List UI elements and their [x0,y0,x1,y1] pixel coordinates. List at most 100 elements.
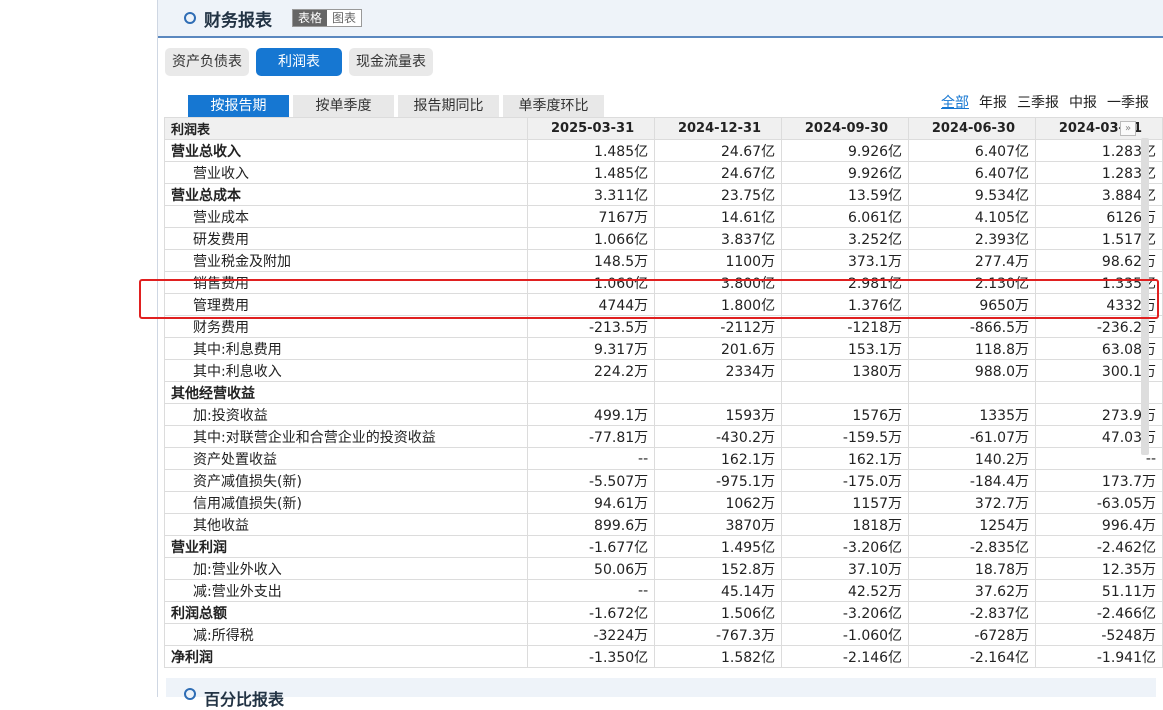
cell-value: 988.0万 [908,359,1036,382]
cell-value: 3.837亿 [654,227,783,250]
cell-value: 13.59亿 [781,183,910,206]
subtab-by-quarter[interactable]: 按单季度 [293,95,394,117]
cell-value: 2.393亿 [908,227,1036,250]
row-label: 减:所得税 [163,623,529,646]
table-row: 资产处置收益 -- 162.1万 162.1万 140.2万 -- [163,447,1163,470]
row-label: 加:营业外收入 [163,557,529,580]
view-toggle: 表格 图表 [292,9,363,27]
filter-q3[interactable]: 三季报 [1017,92,1059,112]
table-row: 其他收益 899.6万 3870万 1818万 1254万 996.4万 [163,513,1163,536]
cell-value: 1.495亿 [654,535,783,558]
row-label: 加:投资收益 [163,403,529,426]
cell-value: 224.2万 [527,359,656,382]
cell-value: 3870万 [654,513,783,536]
cell-value: 51.11万 [1035,579,1163,602]
cell-value: 1593万 [654,403,783,426]
subtab-by-period[interactable]: 按报告期 [188,95,289,117]
table-row: 其中:对联营企业和合营企业的投资收益 -77.81万 -430.2万 -159.5万 -… [163,425,1163,448]
financial-report-panel: 财务报表 表格 图表 资产负债表 利润表 现金流量表 按报告期 按单季度 报告期… [158,0,1163,709]
cell-value: 14.61亿 [654,205,783,228]
header-period: 2025-03-31 [527,117,656,140]
tab-balance-sheet[interactable]: 资产负债表 [165,48,249,76]
tab-income-statement[interactable]: 利润表 [256,48,342,76]
cell-value: 1.506亿 [654,601,783,624]
cell-value [908,381,1036,404]
cell-value: -184.4万 [908,469,1036,492]
cell-value: 9.926亿 [781,139,910,162]
cell-value: 1254万 [908,513,1036,536]
cell-value: -5.507万 [527,469,656,492]
cell-value: -975.1万 [654,469,783,492]
filter-annual[interactable]: 年报 [979,92,1007,112]
table-row: 营业收入 1.485亿 24.67亿 9.926亿 6.407亿 1.283亿 [163,161,1163,184]
cell-value: -430.2万 [654,425,783,448]
statement-tabs: 资产负债表 利润表 现金流量表 [165,48,433,76]
cell-value: 24.67亿 [654,139,783,162]
cell-value: 9.926亿 [781,161,910,184]
view-table-button[interactable]: 表格 [293,10,328,26]
tab-cash-flow[interactable]: 现金流量表 [349,48,433,76]
cell-value [781,381,910,404]
cell-value: 140.2万 [908,447,1036,470]
filter-q1[interactable]: 一季报 [1107,92,1149,112]
cell-value: 23.75亿 [654,183,783,206]
cell-value: 1.582亿 [654,645,783,668]
subtab-yoy[interactable]: 报告期同比 [398,95,499,117]
table-row: 研发费用 1.066亿 3.837亿 3.252亿 2.393亿 1.517亿 [163,227,1163,250]
row-label: 营业税金及附加 [163,249,529,272]
cell-value: -- [527,579,656,602]
row-label: 减:营业外支出 [163,579,529,602]
cell-value: -1.350亿 [527,645,656,668]
cell-value: -5248万 [1035,623,1163,646]
cell-value: 148.5万 [527,249,656,272]
cell-value: -2.466亿 [1035,601,1163,624]
cell-value [654,381,783,404]
cell-value: 1576万 [781,403,910,426]
header-label: 利润表 [163,117,529,140]
cell-value: -77.81万 [527,425,656,448]
table-row: 信用减值损失(新) 94.61万 1062万 1157万 372.7万 -63.05万 [163,491,1163,514]
cell-value: 1.066亿 [527,227,656,250]
cell-value: 37.10万 [781,557,910,580]
cell-value: 1100万 [654,249,783,272]
cell-value: 3.252亿 [781,227,910,250]
cell-value: -3.206亿 [781,601,910,624]
table-row: 加:投资收益 499.1万 1593万 1576万 1335万 273.9万 [163,403,1163,426]
table-row: 其中:利息收入 224.2万 2334万 1380万 988.0万 300.1万 [163,359,1163,382]
table-row: 营业利润 -1.677亿 1.495亿 -3.206亿 -2.835亿 -2.462亿 [163,535,1163,558]
cell-value: -2.164亿 [908,645,1036,668]
filter-all[interactable]: 全部 [941,92,969,112]
cell-value: 2334万 [654,359,783,382]
highlight-box [139,279,1159,319]
row-label: 营业收入 [163,161,529,184]
table-row: 营业总收入 1.485亿 24.67亿 9.926亿 6.407亿 1.283亿 [163,139,1163,162]
filter-interim[interactable]: 中报 [1069,92,1097,112]
cell-value: -1.060亿 [781,623,910,646]
row-label: 营业利润 [163,535,529,558]
header-period: 2024-09-30 [781,117,910,140]
header-period: 2024-12-31 [654,117,783,140]
cell-value: -63.05万 [1035,491,1163,514]
report-type-filters: 全部 年报 三季报 中报 一季报 [941,92,1149,112]
cell-value: 4.105亿 [908,205,1036,228]
table-row: 资产减值损失(新) -5.507万 -975.1万 -175.0万 -184.4万 173… [163,469,1163,492]
cell-value: -2.837亿 [908,601,1036,624]
table-row: 营业成本 7167万 14.61亿 6.061亿 4.105亿 6126万 [163,205,1163,228]
cell-value: -1.672亿 [527,601,656,624]
view-chart-button[interactable]: 图表 [327,10,362,26]
section-header: 财务报表 表格 图表 [158,0,1163,38]
cell-value: 118.8万 [908,337,1036,360]
cell-value: 50.06万 [527,557,656,580]
cell-value: -3.206亿 [781,535,910,558]
cell-value: -2.835亿 [908,535,1036,558]
subtab-qoq[interactable]: 单季度环比 [503,95,604,117]
row-label: 资产减值损失(新) [163,469,529,492]
cell-value: 162.1万 [654,447,783,470]
cell-value: 152.8万 [654,557,783,580]
table-row: 减:所得税 -3224万 -767.3万 -1.060亿 -6728万 -5248万 [163,623,1163,646]
cell-value: 173.7万 [1035,469,1163,492]
cell-value: 42.52万 [781,579,910,602]
scroll-right-icon[interactable]: » [1120,121,1136,136]
row-label: 营业总成本 [163,183,529,206]
cell-value: 37.62万 [908,579,1036,602]
